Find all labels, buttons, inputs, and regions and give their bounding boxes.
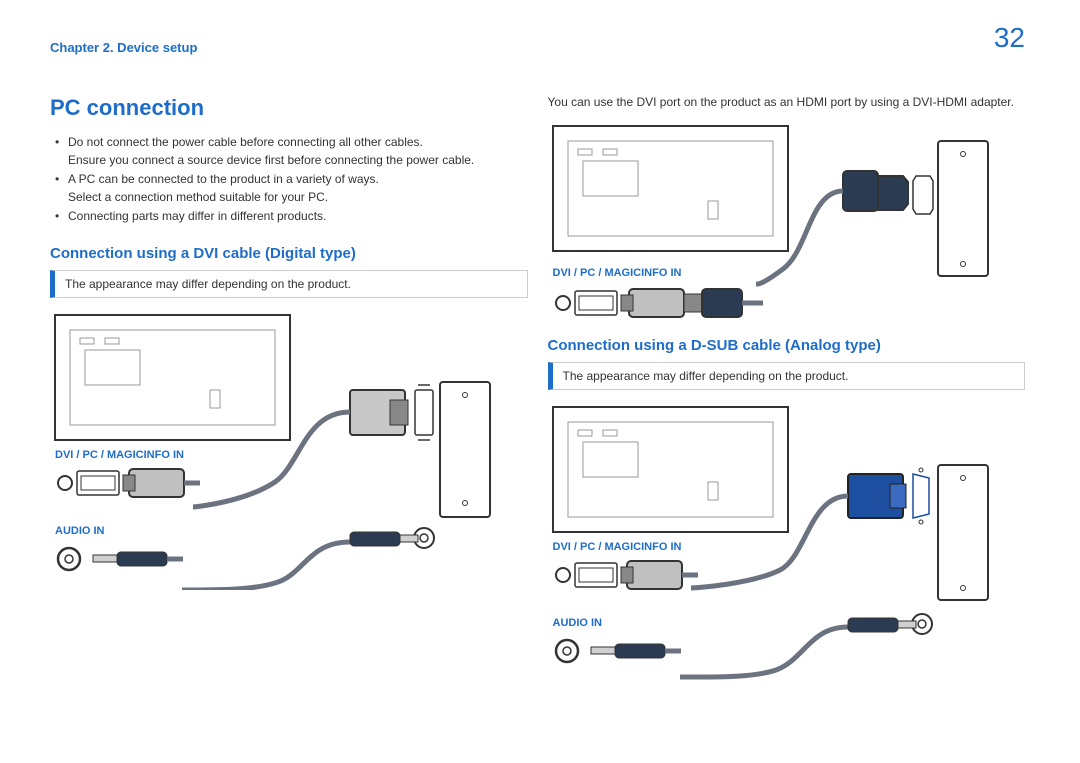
appearance-note: The appearance may differ depending on t… [50, 270, 528, 298]
dvi-digital-diagram: DVI / PC / MAGICINFO IN AUDIO IN [50, 310, 528, 594]
dsub-diagram: DVI / PC / MAGICINFO IN AUDIO IN [548, 402, 1026, 686]
dvi-hdmi-connector-icon [553, 281, 773, 323]
dvi-hdmi-diagram: DVI / PC / MAGICINFO IN [548, 121, 1026, 295]
dvi-hdmi-intro: You can use the DVI port on the product … [548, 95, 1026, 109]
left-column: PC connection Do not connect the power c… [50, 95, 528, 704]
bullet-item: A PC can be connected to the product in … [68, 170, 528, 206]
main-heading: PC connection [50, 95, 528, 121]
page-content: PC connection Do not connect the power c… [0, 60, 1080, 704]
page-header: Chapter 2. Device setup 32 [0, 0, 1080, 60]
port-label-dvi-hdmi: DVI / PC / MAGICINFO IN [553, 267, 1031, 279]
port-label-audio: AUDIO IN [55, 525, 533, 537]
bullet-item: Connecting parts may differ in different… [68, 207, 528, 225]
page-number: 32 [994, 22, 1025, 54]
audio-connector-icon-dsub [553, 631, 683, 671]
port-label-dvi: DVI / PC / MAGICINFO IN [55, 449, 533, 461]
dvi-dsub-connector-icon [553, 555, 713, 595]
bullet-item: Do not connect the power cable before co… [68, 133, 528, 169]
intro-bullet-list: Do not connect the power cable before co… [50, 133, 528, 225]
section-heading-dvi: Connection using a DVI cable (Digital ty… [50, 245, 528, 262]
port-label-dvi-dsub: DVI / PC / MAGICINFO IN [553, 541, 1031, 553]
section-heading-dsub: Connection using a D-SUB cable (Analog t… [548, 337, 1026, 354]
right-column: You can use the DVI port on the product … [548, 95, 1026, 704]
audio-connector-icon [55, 539, 185, 579]
dvi-connector-icon [55, 463, 215, 503]
dvi-hdmi-diagram-svg [548, 121, 998, 291]
appearance-note-dsub: The appearance may differ depending on t… [548, 362, 1026, 390]
port-label-audio-dsub: AUDIO IN [553, 617, 1031, 629]
chapter-title: Chapter 2. Device setup [50, 40, 197, 55]
